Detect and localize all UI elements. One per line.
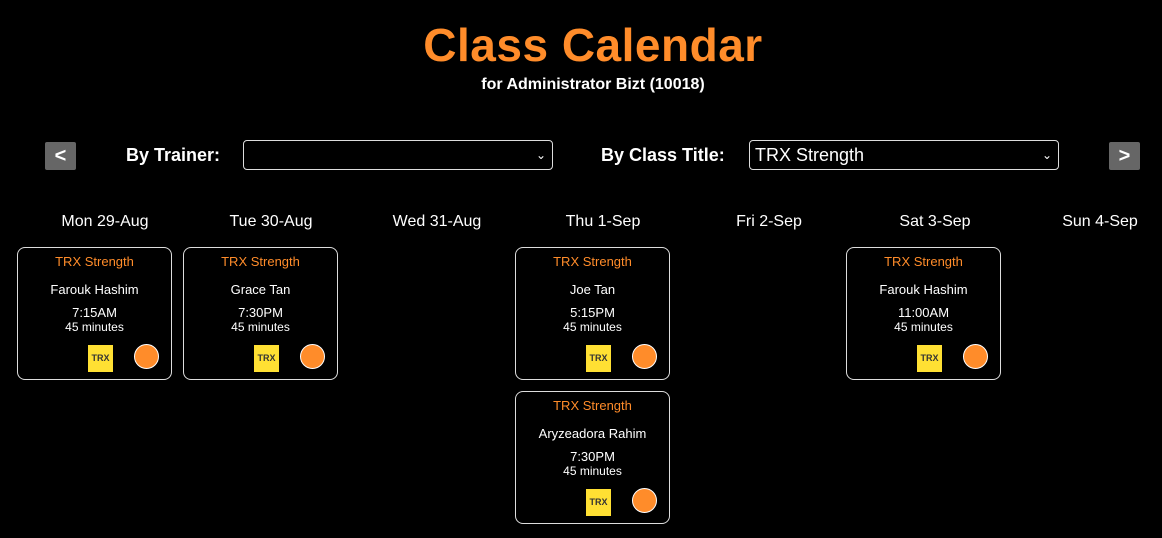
class-title: TRX Strength	[553, 254, 632, 269]
class-select-value: TRX Strength	[755, 145, 865, 165]
trx-badge-icon: TRX	[88, 345, 113, 372]
trainer-name: Grace Tan	[230, 282, 291, 297]
page-title: Class Calendar	[423, 19, 763, 71]
class-duration: 45 minutes	[563, 464, 622, 478]
class-card[interactable]: TRX Strength Grace Tan 7:30PM 45 minutes…	[183, 247, 338, 380]
class-time: 7:15AM	[72, 305, 117, 320]
trainer-name: Farouk Hashim	[50, 282, 139, 297]
class-duration: 45 minutes	[231, 320, 290, 334]
chevron-down-icon: ⌄	[535, 148, 546, 162]
status-dot-icon[interactable]	[632, 344, 657, 369]
status-dot-icon[interactable]	[134, 344, 159, 369]
status-dot-icon[interactable]	[632, 488, 657, 513]
day-header-mon: Mon 29-Aug	[61, 213, 149, 230]
class-title: TRX Strength	[55, 254, 134, 269]
next-week-button[interactable]: >	[1109, 142, 1140, 170]
trainer-name: Farouk Hashim	[879, 282, 968, 297]
day-header-tue: Tue 30-Aug	[229, 213, 313, 230]
day-header-thu: Thu 1-Sep	[565, 213, 641, 230]
prev-week-button[interactable]: <	[45, 142, 76, 170]
class-select[interactable]: TRX Strength ⌄	[749, 140, 1059, 170]
trainer-name: Joe Tan	[569, 282, 616, 297]
trainer-name: Aryzeadora Rahim	[538, 426, 647, 441]
class-title: TRX Strength	[884, 254, 963, 269]
day-header-fri: Fri 2-Sep	[736, 213, 802, 230]
class-duration: 45 minutes	[563, 320, 622, 334]
trx-badge-icon: TRX	[254, 345, 279, 372]
day-header-wed: Wed 31-Aug	[392, 213, 482, 230]
chevron-down-icon: ⌄	[1041, 148, 1052, 162]
class-time: 11:00AM	[897, 305, 950, 320]
class-time: 7:30PM	[570, 449, 615, 464]
class-title: TRX Strength	[553, 398, 632, 413]
trainer-select[interactable]: ⌄	[243, 140, 553, 170]
class-filter-label: By Class Title:	[601, 145, 725, 165]
class-title: TRX Strength	[221, 254, 300, 269]
class-card[interactable]: TRX Strength Farouk Hashim 7:15AM 45 min…	[17, 247, 172, 380]
day-header-sat: Sat 3-Sep	[899, 213, 971, 230]
class-card[interactable]: TRX Strength Farouk Hashim 11:00AM 45 mi…	[846, 247, 1001, 380]
class-duration: 45 minutes	[894, 320, 953, 334]
class-card[interactable]: TRX Strength Joe Tan 5:15PM 45 minutes T…	[515, 247, 670, 380]
trx-badge-icon: TRX	[917, 345, 942, 372]
page-subtitle: for Administrator Bizt (10018)	[481, 76, 705, 93]
class-duration: 45 minutes	[65, 320, 124, 334]
class-card[interactable]: TRX Strength Aryzeadora Rahim 7:30PM 45 …	[515, 391, 670, 524]
trainer-filter-label: By Trainer:	[126, 145, 221, 165]
class-time: 7:30PM	[238, 305, 283, 320]
trx-badge-icon: TRX	[586, 489, 611, 516]
status-dot-icon[interactable]	[300, 344, 325, 369]
day-header-sun: Sun 4-Sep	[1062, 213, 1138, 230]
trx-badge-icon: TRX	[586, 345, 611, 372]
status-dot-icon[interactable]	[963, 344, 988, 369]
class-time: 5:15PM	[570, 305, 615, 320]
